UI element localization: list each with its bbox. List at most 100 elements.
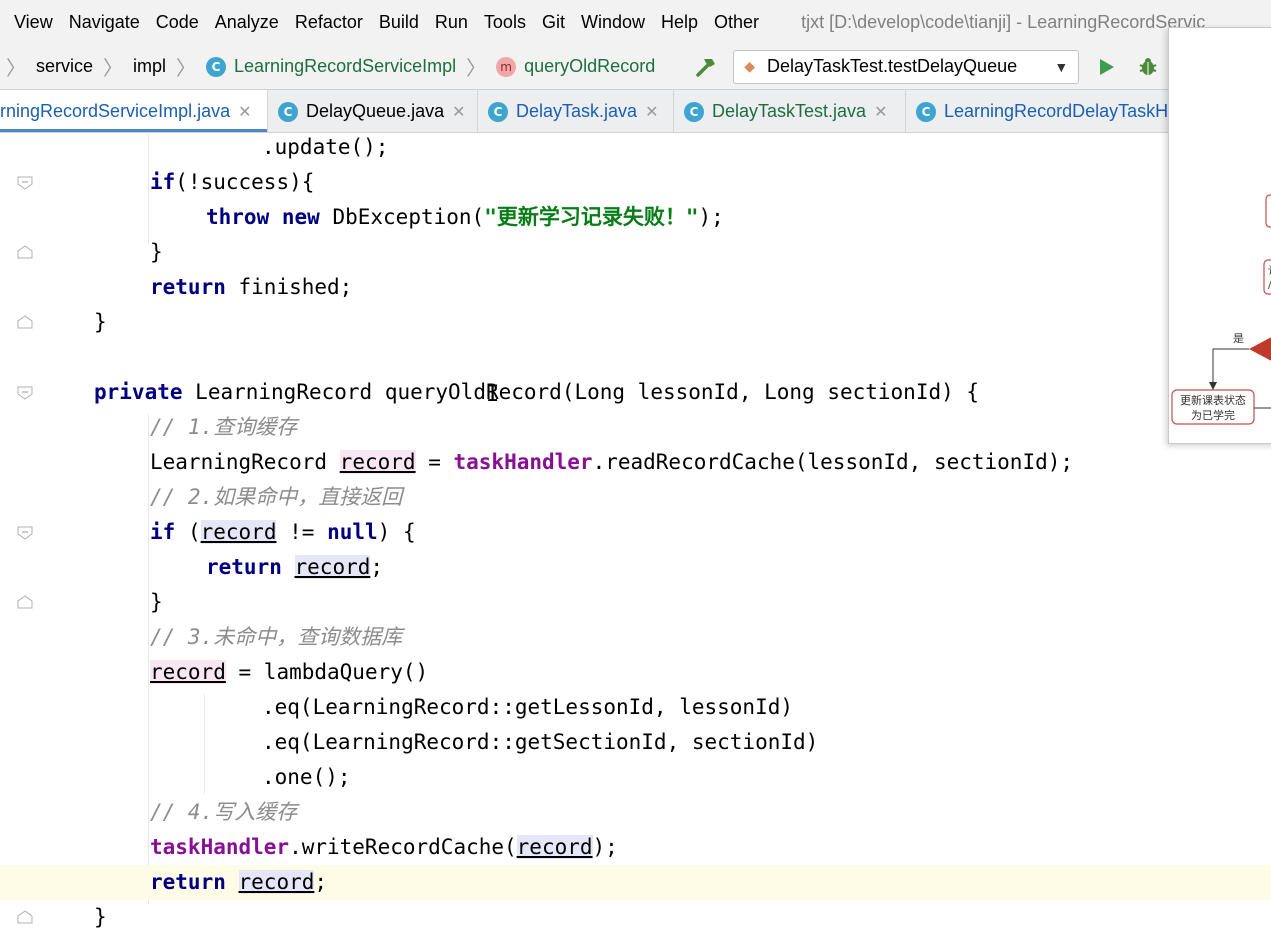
tab-delay-queue[interactable]: C DelayQueue.java ✕ — [268, 90, 478, 132]
keyword: return — [150, 870, 226, 894]
keyword: return — [206, 555, 282, 579]
run-configuration-label: DelayTaskTest.testDelayQueue — [766, 56, 1018, 76]
code-text: (!success){ — [175, 170, 315, 194]
menu-code[interactable]: Code — [148, 12, 207, 33]
run-icon[interactable] — [1091, 52, 1121, 82]
variable-record[interactable]: record — [516, 835, 593, 859]
debug-bug-icon[interactable] — [1133, 52, 1163, 82]
code-text: finished; — [238, 275, 353, 299]
breadcrumb-separator-icon: 〉 — [466, 58, 487, 80]
code-line: } — [0, 585, 1271, 620]
flowchart-preview-window[interactable]: 让 / 是 更新课表状态 为已学完 — [1168, 27, 1271, 444]
tab-label: LearningRecordDelayTaskH — [944, 101, 1169, 121]
code-text: } — [150, 590, 163, 614]
code-text: .writeRecordCache( — [289, 835, 517, 859]
class-icon: C — [206, 56, 227, 77]
breadcrumb-class[interactable]: C LearningRecordServiceImpl — [202, 56, 460, 77]
menu-analyze[interactable]: Analyze — [207, 12, 287, 33]
code-text: = lambdaQuery() — [238, 660, 429, 684]
variable-record[interactable]: record — [294, 555, 371, 579]
code-line: // 2.如果命中，直接返回 — [0, 480, 1271, 515]
field-task-handler[interactable]: taskHandler — [454, 450, 593, 474]
keyword: if — [150, 520, 176, 544]
tab-learning-record-delay-task-handler[interactable]: C LearningRecordDelayTaskH — [906, 90, 1178, 132]
keyword: new — [281, 205, 320, 229]
breadcrumb-separator-icon: 〉 — [6, 58, 26, 80]
code-line: LearningRecord record = taskHandler.read… — [0, 445, 1271, 480]
flowchart-box-label: 更新课表状态 — [1180, 393, 1246, 407]
menu-other[interactable]: Other — [706, 12, 767, 33]
menu-view[interactable]: View — [0, 12, 61, 33]
menu-run[interactable]: Run — [427, 12, 476, 33]
code-text: } — [94, 310, 107, 334]
tab-label: DelayTask.java — [516, 101, 638, 121]
menu-refactor[interactable]: Refactor — [287, 12, 371, 33]
variable-record[interactable]: record — [150, 660, 226, 684]
tab-delay-task[interactable]: C DelayTask.java ✕ — [478, 90, 674, 132]
chevron-down-icon: ▼ — [1054, 58, 1069, 75]
code-text: ( — [187, 520, 201, 544]
variable-record[interactable]: record — [238, 870, 315, 894]
code-line: .one(); — [0, 760, 1271, 795]
code-line: } — [0, 305, 1271, 340]
code-line: record = lambdaQuery() — [0, 655, 1271, 690]
code-line: // 4.写入缓存 — [0, 795, 1271, 830]
code-line: .eq(LearningRecord::getLessonId, lessonI… — [0, 690, 1271, 725]
tab-delay-task-test[interactable]: C DelayTaskTest.java ✕ — [674, 90, 906, 132]
text-cursor-icon: I — [486, 382, 500, 407]
menu-help[interactable]: Help — [653, 12, 706, 33]
variable-record[interactable]: record — [200, 520, 277, 544]
code-text: ; — [314, 870, 328, 894]
navigation-bar: 〉 service 〉 impl 〉 C LearningRecordServi… — [0, 44, 1271, 90]
code-text: .update(); — [262, 135, 389, 159]
menu-navigate[interactable]: Navigate — [61, 12, 148, 33]
editor-tab-bar: rningRecordServiceImpl.java ✕ C DelayQue… — [0, 90, 1271, 133]
code-text: != — [289, 520, 315, 544]
test-config-icon: ◆ — [744, 58, 755, 74]
code-text: .eq(LearningRecord::getSectionId, sectio… — [262, 730, 819, 754]
variable-record[interactable]: record — [339, 450, 416, 474]
code-text: ); — [592, 835, 618, 859]
breadcrumb-impl[interactable]: impl — [129, 56, 170, 77]
breadcrumb-service[interactable]: service — [32, 56, 97, 77]
build-hammer-icon[interactable] — [693, 54, 719, 80]
menu-tools[interactable]: Tools — [476, 12, 534, 33]
close-icon[interactable]: ✕ — [645, 102, 658, 122]
breadcrumb-method[interactable]: m queryOldRecord — [492, 56, 659, 77]
class-icon: C — [278, 101, 298, 122]
tab-learning-record-service-impl[interactable]: rningRecordServiceImpl.java ✕ — [0, 90, 268, 132]
menu-window[interactable]: Window — [573, 12, 653, 33]
menu-git[interactable]: Git — [534, 12, 573, 33]
code-line: .update(); — [0, 134, 1271, 165]
code-line: return finished; — [0, 270, 1271, 305]
string-literal: "更新学习记录失败！" — [484, 205, 699, 229]
code-text: = — [428, 450, 441, 474]
flowchart-yes-label: 是 — [1233, 332, 1244, 345]
field-task-handler[interactable]: taskHandler — [150, 835, 289, 859]
code-comment: // 1.查询缓存 — [150, 415, 298, 439]
keyword: private — [94, 380, 183, 404]
code-line: // 3.未命中，查询数据库 — [0, 620, 1271, 655]
code-comment: // 4.写入缓存 — [150, 800, 298, 824]
breadcrumb-separator-icon: 〉 — [103, 58, 124, 80]
code-text: ; — [370, 555, 384, 579]
menu-bar: View Navigate Code Analyze Refactor Buil… — [0, 0, 1271, 44]
run-configuration-select[interactable]: ◆ DelayTaskTest.testDelayQueue ▼ — [733, 49, 1080, 84]
keyword: return — [150, 275, 226, 299]
close-icon[interactable]: ✕ — [238, 102, 251, 122]
arrowhead-icon — [1209, 382, 1217, 390]
class-icon: C — [488, 101, 508, 122]
code-line: if(!success){ — [0, 165, 1271, 200]
breadcrumb-separator-icon: 〉 — [176, 58, 197, 80]
method-signature: LearningRecord queryOldRecord(Long lesso… — [195, 380, 980, 404]
code-text: DbException( — [332, 205, 485, 229]
close-icon[interactable]: ✕ — [874, 102, 887, 122]
close-icon[interactable]: ✕ — [452, 102, 465, 122]
code-line: if (record != null) { — [0, 515, 1271, 550]
window-title: tjxt [D:\develop\code\tianji] - Learning… — [801, 11, 1206, 32]
menu-build[interactable]: Build — [371, 12, 427, 33]
method-icon: m — [496, 56, 517, 77]
current-code-line: return record; — [0, 865, 1271, 900]
code-line: return record; — [0, 550, 1271, 585]
code-editor[interactable]: .update(); if(!success){ throw new DbExc… — [0, 134, 1271, 943]
